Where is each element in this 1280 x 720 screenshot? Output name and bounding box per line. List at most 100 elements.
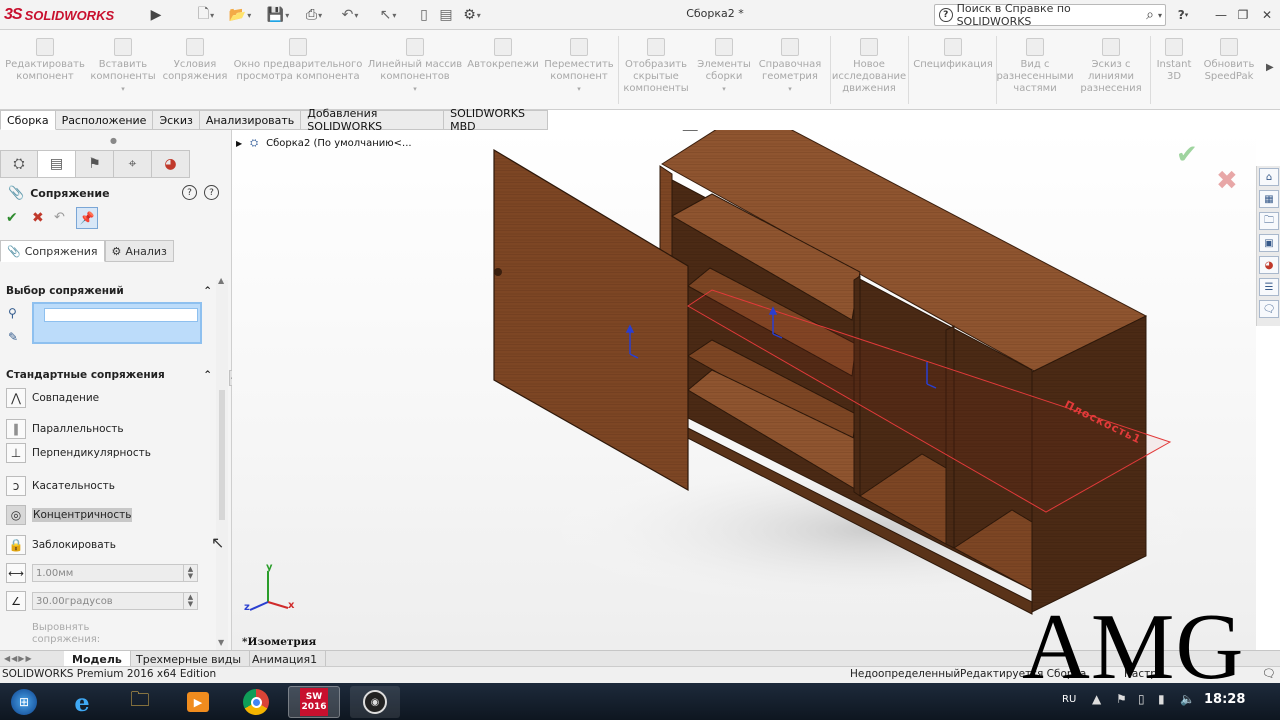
tab-assembly[interactable]: Сборка: [0, 110, 56, 130]
distance-input[interactable]: 1.00мм ▲ ▼: [32, 564, 198, 582]
search-dropdown-icon[interactable]: ▾: [1158, 11, 1165, 20]
forum-icon[interactable]: 🗨: [1259, 300, 1279, 318]
dimxpert-tab-icon[interactable]: ⌖: [114, 150, 152, 178]
smart-fasteners-button[interactable]: Автокрепежи: [466, 38, 540, 108]
help-icon[interactable]: ?: [204, 185, 219, 200]
help-search-input[interactable]: ? Поиск в Справке по SOLIDWORKS ⌕ ▾: [934, 2, 1166, 28]
tab-scroll-arrows-icon[interactable]: ◀◀▶▶: [4, 654, 33, 663]
property-manager-tab-icon[interactable]: ▤: [38, 150, 76, 178]
chrome-button[interactable]: [236, 686, 276, 718]
standard-mates-header[interactable]: Стандартные сопряжения ⌃: [6, 366, 212, 384]
tab-analysis[interactable]: ⚙ Анализ: [104, 240, 174, 262]
collapse-chevron-icon[interactable]: ⌃: [203, 369, 212, 381]
new-motion-study-button[interactable]: Новое исследование движения: [832, 38, 906, 108]
collapse-chevron-icon[interactable]: ⌃: [203, 285, 212, 297]
display-manager-tab-icon[interactable]: ◕: [152, 150, 190, 178]
mate-concentric[interactable]: ◎ Концентричность: [6, 503, 206, 527]
door-knob[interactable]: [494, 268, 502, 276]
file-explorer-icon[interactable]: 🗀: [1259, 212, 1279, 230]
mate-coincident[interactable]: ⋀ Совпадение: [6, 386, 206, 410]
tab-layout[interactable]: Расположение: [55, 110, 154, 130]
restore-window-button[interactable]: ❐: [1232, 5, 1254, 25]
exploded-view-button[interactable]: Вид с разнесенными частями: [996, 38, 1074, 108]
tab-mbd[interactable]: SOLIDWORKS MBD: [444, 107, 548, 133]
instant-3d-button[interactable]: Instant 3D: [1152, 38, 1196, 108]
scrollbar-thumb[interactable]: [219, 390, 225, 520]
bill-of-materials-button[interactable]: Спецификация: [912, 38, 994, 108]
mate-parallel[interactable]: ∥ Параллельность: [6, 417, 206, 441]
axis-triad[interactable]: [249, 572, 289, 611]
angle-input[interactable]: 30.00градусов ▲ ▼: [32, 592, 198, 610]
design-library-icon[interactable]: ▦: [1259, 190, 1279, 208]
ok-button[interactable]: ✔: [6, 210, 18, 226]
solidworks-resources-icon[interactable]: ⌂: [1259, 168, 1279, 186]
mate-lock[interactable]: 🔒 Заблокировать: [6, 533, 206, 557]
explode-line-sketch-button[interactable]: Эскиз с линиями разнесения: [1074, 38, 1148, 108]
mate-perpendicular[interactable]: ⊥ Перпендикулярность: [6, 441, 206, 465]
internet-explorer-button[interactable]: e: [62, 686, 102, 718]
panel-grip-icon[interactable]: ●: [110, 136, 117, 145]
distance-spinner[interactable]: ⟷ 1.00мм ▲ ▼: [6, 562, 202, 584]
explorer-button[interactable]: 🗀: [120, 686, 160, 718]
tab-mates[interactable]: 📎 Сопряжения: [0, 240, 105, 262]
assembly-features-button[interactable]: Элементы сборки ▾: [694, 38, 754, 108]
new-file-icon[interactable]: 🗋 ▾: [196, 5, 216, 25]
scroll-down-icon[interactable]: ▼: [218, 638, 224, 647]
custom-properties-icon[interactable]: ☰: [1259, 278, 1279, 296]
tab-animation[interactable]: Анимация1: [244, 651, 327, 667]
show-hidden-components-button[interactable]: Отобразить скрытые компоненты: [622, 38, 690, 108]
component-preview-button[interactable]: Окно предварительного просмотра компонен…: [232, 38, 364, 108]
undo-mate-button[interactable]: ↶: [54, 210, 65, 225]
edit-component-button[interactable]: Редактировать компонент: [4, 38, 86, 108]
rebuild-icon[interactable]: ▯: [414, 5, 434, 25]
panel-scrollbar[interactable]: [216, 280, 228, 650]
spinner-arrows-icon[interactable]: ▲ ▼: [183, 593, 197, 609]
file-properties-icon[interactable]: ▤: [436, 5, 456, 25]
toolbar-scroll-right-icon[interactable]: ▶: [1266, 62, 1274, 73]
view-palette-icon[interactable]: ▣: [1259, 234, 1279, 252]
cancel-button[interactable]: ✖: [32, 210, 44, 226]
tab-addins[interactable]: Добавления SOLIDWORKS: [301, 107, 445, 133]
start-button[interactable]: ⊞: [6, 686, 42, 718]
mate-button[interactable]: Условия сопряжения: [162, 38, 228, 108]
selection-field[interactable]: [44, 308, 198, 322]
save-icon[interactable]: 💾 ▾: [267, 5, 289, 25]
cabinet-3d-model[interactable]: [232, 130, 1256, 650]
select-cursor-icon[interactable]: ↖ ▾: [378, 5, 398, 25]
status-help-icon[interactable]: 🗨: [1262, 667, 1276, 680]
scroll-up-icon[interactable]: ▲: [218, 276, 224, 285]
menu-expand-icon[interactable]: ▶: [146, 5, 166, 25]
close-window-button[interactable]: ✕: [1256, 5, 1278, 25]
search-icon[interactable]: ⌕: [1146, 7, 1154, 23]
solidworks-logo[interactable]: 3S SOLIDWORKS: [4, 4, 114, 26]
angle-spinner[interactable]: ∠ 30.00градусов ▲ ▼: [6, 590, 202, 612]
feature-manager-tab-icon[interactable]: ⛭: [0, 150, 38, 178]
entities-to-mate-list[interactable]: [32, 302, 202, 344]
tab-sketch[interactable]: Эскиз: [153, 110, 200, 130]
insert-components-button[interactable]: Вставить компоненты ▾: [90, 38, 156, 108]
options-gear-icon[interactable]: ⚙ ▾: [462, 5, 482, 25]
mate-tangent[interactable]: ↄ Касательность: [6, 474, 206, 498]
pin-button[interactable]: 📌: [76, 207, 98, 229]
graphics-area[interactable]: ▶ ⛭ Сборка2 (По умолчанию<... ⌕ ⌕ ✎ ▥ ⬚ …: [232, 130, 1256, 650]
move-component-button[interactable]: Переместить компонент ▾: [542, 38, 616, 108]
minimize-window-button[interactable]: —: [1210, 5, 1232, 25]
undo-icon[interactable]: ↶ ▾: [340, 5, 360, 25]
help-icon[interactable]: ? ▾: [1172, 5, 1194, 25]
configuration-manager-tab-icon[interactable]: ⚑: [76, 150, 114, 178]
linear-pattern-button[interactable]: Линейный массив компонентов ▾: [366, 38, 464, 108]
print-icon[interactable]: ⎙ ▾: [304, 5, 324, 25]
solidworks-taskbar-button[interactable]: SW 2016: [288, 686, 340, 718]
update-speedpak-button[interactable]: Обновить SpeedPak: [1198, 38, 1260, 108]
tab-evaluate[interactable]: Анализировать: [199, 110, 302, 130]
cabinet-door[interactable]: [493, 148, 689, 492]
whats-wrong-icon[interactable]: ?: [182, 185, 197, 200]
appearances-icon[interactable]: ◕: [1259, 256, 1279, 274]
obs-button[interactable]: ◉: [350, 686, 400, 718]
mate-selection-header[interactable]: Выбор сопряжений ⌃: [6, 282, 212, 300]
reference-geometry-button[interactable]: Справочная геометрия ▾: [756, 38, 824, 108]
tab-model[interactable]: Модель: [64, 651, 131, 667]
tab-3d-views[interactable]: Трехмерные виды: [128, 651, 251, 667]
spinner-arrows-icon[interactable]: ▲ ▼: [183, 565, 197, 581]
open-file-icon[interactable]: 📂 ▾: [229, 5, 251, 25]
